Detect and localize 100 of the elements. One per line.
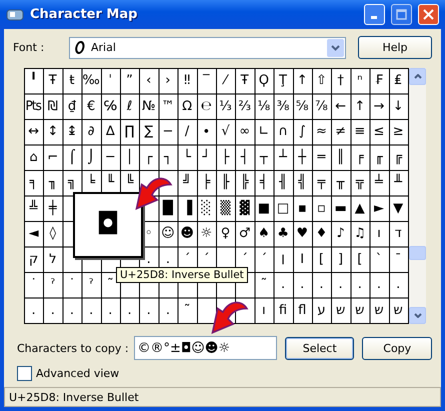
character-cell[interactable]: ∞ bbox=[235, 119, 254, 144]
character-cell[interactable]: ▼ bbox=[388, 196, 408, 221]
character-cell[interactable]: ℮ bbox=[196, 94, 216, 119]
character-cell[interactable]: ﬁ bbox=[273, 298, 293, 323]
character-cell[interactable]: ☼ bbox=[196, 221, 216, 246]
maximize-button[interactable] bbox=[391, 4, 412, 25]
scrollbar[interactable] bbox=[409, 68, 426, 324]
character-cell[interactable]: ש bbox=[369, 298, 389, 323]
character-cell[interactable]: ⌠ bbox=[62, 144, 82, 170]
character-cell[interactable]: ╔ bbox=[388, 144, 408, 170]
select-button[interactable]: Select bbox=[284, 336, 354, 360]
character-cell[interactable]: ŧ bbox=[62, 68, 82, 94]
character-cell[interactable]: ╩ bbox=[24, 196, 44, 221]
character-cell[interactable]: . bbox=[100, 298, 120, 323]
character-cell[interactable]: ‼ bbox=[178, 68, 197, 94]
character-cell[interactable]: ↑ bbox=[350, 94, 370, 119]
character-cell[interactable]: ♪ bbox=[331, 221, 350, 246]
character-cell[interactable]: □ bbox=[273, 196, 293, 221]
character-cell[interactable]: ╹ bbox=[24, 68, 44, 94]
character-cell[interactable]: └ bbox=[178, 144, 197, 170]
character-cell[interactable]: │ bbox=[120, 144, 140, 170]
character-cell[interactable]: ≈ bbox=[312, 119, 331, 144]
character-cell[interactable]: ₧ bbox=[24, 94, 44, 119]
character-cell[interactable]: ♦ bbox=[312, 221, 331, 246]
character-cell[interactable]: ╤ bbox=[312, 170, 331, 196]
character-cell[interactable]: ▪ bbox=[292, 196, 312, 221]
character-cell[interactable]: ╟ bbox=[216, 170, 236, 196]
character-cell[interactable]: ▒ bbox=[216, 196, 236, 221]
character-cell[interactable]: Ţ bbox=[273, 68, 293, 94]
close-button[interactable] bbox=[418, 4, 439, 25]
character-cell[interactable]: ∆ bbox=[100, 119, 120, 144]
character-cell[interactable]: ש bbox=[388, 298, 408, 323]
character-cell[interactable]: ∑ bbox=[139, 119, 158, 144]
character-cell[interactable]: ˜ bbox=[178, 298, 197, 323]
character-cell[interactable]: ♠ bbox=[254, 221, 274, 246]
character-cell[interactable]: ▲ bbox=[350, 196, 370, 221]
character-cell[interactable]: ⅞ bbox=[312, 94, 331, 119]
character-cell[interactable]: ╢ bbox=[273, 170, 293, 196]
character-cell[interactable]: Ϙ bbox=[254, 68, 274, 94]
character-cell[interactable]: ┐ bbox=[158, 144, 178, 170]
character-cell[interactable]: ╝ bbox=[178, 170, 197, 196]
character-cell[interactable]: . bbox=[158, 298, 178, 323]
character-cell[interactable]: № bbox=[139, 94, 158, 119]
character-cell[interactable]: ▫ bbox=[312, 196, 331, 221]
scrollbar-thumb[interactable] bbox=[409, 246, 426, 260]
character-cell[interactable]: ℅ bbox=[100, 94, 120, 119]
character-cell[interactable]: ◄ bbox=[24, 221, 44, 246]
character-cell[interactable]: ⇧ bbox=[312, 68, 331, 94]
character-cell[interactable]: ˊ bbox=[254, 246, 274, 272]
character-cell[interactable]: . bbox=[24, 298, 44, 323]
character-cell[interactable]: . bbox=[331, 272, 350, 298]
character-cell[interactable]: ▐ bbox=[178, 196, 197, 221]
character-cell[interactable]: ↓ bbox=[388, 94, 408, 119]
character-cell[interactable]: ▓ bbox=[235, 196, 254, 221]
character-cell[interactable]: . bbox=[388, 272, 408, 298]
character-cell[interactable]: . bbox=[369, 272, 389, 298]
character-cell[interactable]: ∂ bbox=[82, 119, 101, 144]
character-cell[interactable]: . bbox=[273, 272, 293, 298]
character-cell[interactable]: . bbox=[350, 272, 370, 298]
character-cell[interactable]: ≤ bbox=[369, 119, 389, 144]
character-cell[interactable]: ו bbox=[369, 221, 389, 246]
scroll-up-icon[interactable] bbox=[409, 68, 426, 85]
character-cell[interactable]: █ bbox=[158, 196, 178, 221]
character-cell[interactable]: ˜ bbox=[254, 272, 274, 298]
character-cell[interactable]: ™ bbox=[158, 94, 178, 119]
character-cell[interactable]: ⌂ bbox=[24, 144, 44, 170]
character-cell[interactable]: . bbox=[139, 298, 158, 323]
character-cell[interactable]: ┴ bbox=[273, 144, 293, 170]
character-cell[interactable]: ╥ bbox=[331, 170, 350, 196]
character-cell[interactable]: Ŧ bbox=[43, 68, 62, 94]
character-cell[interactable]: ] bbox=[331, 246, 350, 272]
character-cell[interactable]: ├ bbox=[216, 144, 236, 170]
character-cell[interactable]: ↔ bbox=[24, 119, 44, 144]
character-cell[interactable]: ╖ bbox=[43, 170, 62, 196]
character-cell[interactable]: . bbox=[43, 298, 62, 323]
character-cell[interactable]: ע bbox=[312, 298, 331, 323]
character-cell[interactable]: ⅝ bbox=[292, 94, 312, 119]
character-cell[interactable]: ╓ bbox=[369, 144, 389, 170]
character-cell[interactable]: . bbox=[82, 298, 101, 323]
advanced-view-checkbox[interactable] bbox=[17, 366, 32, 381]
character-cell[interactable]: ╣ bbox=[292, 170, 312, 196]
character-cell[interactable]: ˈ bbox=[100, 68, 120, 94]
character-cell[interactable]: ♀ bbox=[216, 221, 236, 246]
character-cell[interactable]: √ bbox=[216, 119, 236, 144]
character-cell[interactable]: ☻ bbox=[178, 221, 197, 246]
character-cell[interactable]: ⁄ bbox=[216, 68, 236, 94]
character-cell[interactable]: ☺ bbox=[158, 221, 178, 246]
font-dropdown[interactable]: Arial bbox=[69, 36, 346, 58]
minimize-button[interactable] bbox=[364, 4, 385, 25]
character-cell[interactable]: ₤ bbox=[388, 68, 408, 94]
character-cell[interactable]: ש bbox=[331, 298, 350, 323]
character-cell[interactable]: ∟ bbox=[254, 119, 274, 144]
character-cell[interactable]: ‰ bbox=[82, 68, 101, 94]
character-cell[interactable]: ˀ bbox=[82, 272, 101, 298]
help-button[interactable]: Help bbox=[358, 36, 432, 59]
character-cell[interactable]: ˋ bbox=[369, 246, 389, 272]
character-cell[interactable]: . bbox=[312, 272, 331, 298]
character-cell[interactable]: ♥ bbox=[292, 221, 312, 246]
character-cell[interactable]: ⌐ bbox=[43, 144, 62, 170]
character-cell[interactable]: . bbox=[292, 272, 312, 298]
